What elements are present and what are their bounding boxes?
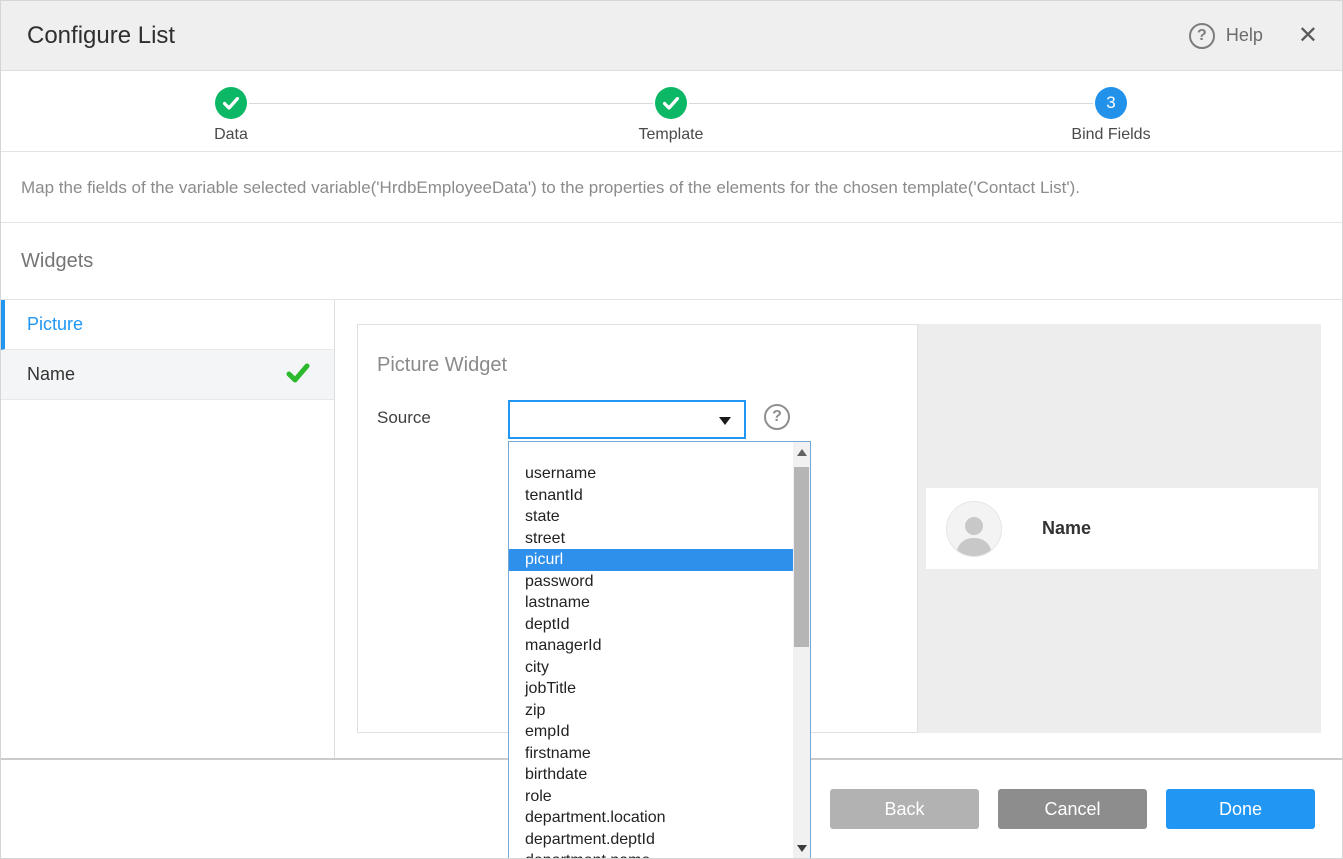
step-complete-icon [215, 87, 247, 119]
configure-list-dialog: Configure List ? Help ✕ Data Template [0, 0, 1343, 859]
sidebar-item-label: Picture [27, 314, 83, 335]
question-icon: ? [764, 404, 790, 430]
panel-title: Picture Widget [377, 354, 507, 377]
source-help[interactable]: ? [764, 404, 790, 430]
source-option[interactable]: picurl [509, 549, 793, 571]
check-icon [663, 97, 679, 110]
contact-list-preview-card: Name [926, 488, 1318, 569]
source-option[interactable]: department.location [509, 807, 793, 829]
step-bind-fields[interactable]: 3 Bind Fields [1041, 87, 1181, 144]
widgets-heading-bar: Widgets [1, 224, 1342, 300]
source-options-list: usernametenantIdstatestreetpicurlpasswor… [509, 463, 793, 859]
source-label: Source [377, 408, 431, 428]
scrollbar-thumb[interactable] [794, 467, 809, 647]
source-option[interactable]: username [509, 463, 793, 485]
check-icon [223, 97, 239, 110]
wizard-stepper: Data Template 3 Bind Fields [1, 72, 1342, 152]
sidebar-item-label: Name [27, 364, 75, 385]
step-label: Bind Fields [1041, 126, 1181, 144]
source-option[interactable]: managerId [509, 635, 793, 657]
source-option[interactable]: lastname [509, 592, 793, 614]
source-option[interactable]: birthdate [509, 764, 793, 786]
step-complete-icon [655, 87, 687, 119]
step-template[interactable]: Template [601, 87, 741, 144]
bound-check-icon [286, 363, 310, 388]
dialog-header: Configure List ? Help ✕ [1, 1, 1342, 71]
back-button[interactable]: Back [830, 789, 979, 829]
source-option[interactable]: jobTitle [509, 678, 793, 700]
description-bar: Map the fields of the variable selected … [1, 153, 1342, 223]
widgets-sidebar: Picture Name [1, 300, 335, 758]
source-option[interactable]: city [509, 657, 793, 679]
source-option[interactable]: tenantId [509, 485, 793, 507]
step-label: Data [161, 126, 301, 144]
source-option[interactable]: department.deptId [509, 829, 793, 851]
chevron-down-icon [719, 417, 731, 425]
source-select[interactable] [508, 400, 746, 439]
cancel-button[interactable]: Cancel [998, 789, 1147, 829]
step-connector [689, 103, 1093, 104]
close-icon[interactable]: ✕ [1298, 24, 1318, 48]
step-connector [249, 103, 653, 104]
step-data[interactable]: Data [161, 87, 301, 144]
mapping-description: Map the fields of the variable selected … [21, 178, 1080, 198]
source-option[interactable]: department.name [509, 850, 793, 859]
source-option[interactable]: zip [509, 700, 793, 722]
source-option[interactable]: deptId [509, 614, 793, 636]
scroll-up-icon[interactable] [793, 444, 810, 461]
page-title: Configure List [27, 22, 175, 50]
source-dropdown-list: usernametenantIdstatestreetpicurlpasswor… [508, 441, 811, 859]
source-option[interactable]: state [509, 506, 793, 528]
step-number-badge: 3 [1095, 87, 1127, 119]
avatar-placeholder-icon [946, 501, 1002, 557]
scroll-down-icon[interactable] [793, 840, 810, 857]
sidebar-item-name[interactable]: Name [1, 350, 334, 400]
source-option[interactable]: street [509, 528, 793, 550]
sidebar-item-picture[interactable]: Picture [1, 300, 334, 350]
source-option[interactable]: empId [509, 721, 793, 743]
footer-actions: Back Cancel Done [830, 789, 1315, 829]
widgets-heading: Widgets [21, 250, 93, 273]
template-preview-panel: Name [918, 324, 1321, 733]
preview-name-label: Name [1042, 518, 1091, 539]
dropdown-scrollbar[interactable] [793, 442, 810, 859]
source-option[interactable]: password [509, 571, 793, 593]
source-option[interactable]: role [509, 786, 793, 808]
source-option[interactable]: firstname [509, 743, 793, 765]
help-icon[interactable]: ? [1189, 23, 1215, 49]
done-button[interactable]: Done [1166, 789, 1315, 829]
step-label: Template [601, 126, 741, 144]
help-link[interactable]: Help [1226, 25, 1263, 46]
